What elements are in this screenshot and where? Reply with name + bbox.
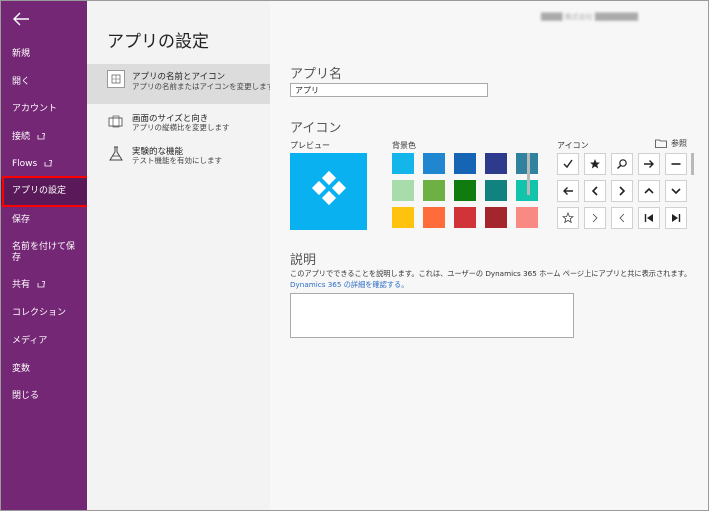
browse-label: 参照 [671,139,687,148]
dynamics-learn-more-link[interactable]: Dynamics 365 の詳細を確認する。 [290,280,408,290]
subnav-desc: テスト機能を有効にします [132,156,222,165]
icon-heading: アイコン [290,121,342,136]
description-heading: 説明 [290,253,317,268]
app-grid-icon [107,70,125,88]
check-icon[interactable] [557,153,579,175]
sidebar-item-label: 新規 [12,49,31,59]
star-outline-icon[interactable] [557,207,579,229]
chevron-down-icon[interactable] [665,180,687,202]
browse-button[interactable]: 参照 [655,138,687,149]
bg-color-label: 背景色 [392,141,416,150]
color-swatch[interactable] [516,207,538,228]
arrow-left-icon[interactable] [557,180,579,202]
color-swatch[interactable] [423,207,445,228]
sidebar-item-label: 接続 [12,132,31,142]
description-textarea[interactable] [290,293,574,338]
sidebar-item-close[interactable]: 閉じる [1,391,87,402]
color-swatch[interactable] [423,153,445,174]
skip-forward-icon[interactable] [665,207,687,229]
sidebar-item-label: 共有 [12,280,31,290]
sidebar-item-label: Flows [12,159,38,169]
sidebar-item-open[interactable]: 開く [1,77,87,88]
swatch-scrollbar[interactable] [527,153,530,195]
chevron-left-icon[interactable] [584,180,606,202]
sidebar-item-flows[interactable]: Flows [1,159,87,170]
arrow-right-icon[interactable] [638,153,660,175]
app-window: 新規 開く アカウント 接続 Flows アプリの設定 保存 名前を付けて保存 … [0,0,709,511]
sidebar-item-collections[interactable]: コレクション [1,308,87,319]
sidebar: 新規 開く アカウント 接続 Flows アプリの設定 保存 名前を付けて保存 … [1,1,87,510]
minus-icon[interactable] [665,153,687,175]
sidebar-item-connections[interactable]: 接続 [1,132,87,143]
search-icon[interactable] [611,153,633,175]
icon-preview [290,153,367,230]
chevron-right-icon[interactable] [611,180,633,202]
folder-icon [655,139,667,148]
color-swatch[interactable] [423,180,445,201]
skip-back-icon[interactable] [638,207,660,229]
sidebar-item-save-as[interactable]: 名前を付けて保存 [1,242,87,264]
color-swatch[interactable] [392,180,414,201]
sidebar-item-share[interactable]: 共有 [1,280,87,291]
user-info: ████ 株式会社 ████████ [541,13,639,21]
color-swatch[interactable] [485,180,507,201]
sidebar-item-label: アカウント [12,104,58,114]
sidebar-item-media[interactable]: メディア [1,336,87,347]
sidebar-item-label: 名前を付けて保存 [12,242,76,263]
external-link-icon [37,281,45,288]
sidebar-item-account[interactable]: アカウント [1,104,87,115]
icon-label: アイコン [557,141,589,150]
sidebar-item-variables[interactable]: 変数 [1,364,87,375]
screen-size-icon [107,112,125,130]
page-title: アプリの設定 [107,32,209,52]
color-swatch[interactable] [454,180,476,201]
color-swatch[interactable] [485,207,507,228]
subnav-experimental[interactable]: 実験的な機能 テスト機能を有効にします [87,140,270,180]
color-swatch[interactable] [454,207,476,228]
color-swatch[interactable] [485,153,507,174]
highlight-annotation [2,176,89,207]
icon-grid-scrollbar[interactable] [691,153,694,175]
flask-icon [107,145,125,163]
app-logo-icon [311,170,347,206]
sidebar-item-label: 変数 [12,364,31,374]
sidebar-item-save[interactable]: 保存 [1,215,87,226]
chevron-right-thin-icon[interactable] [584,207,606,229]
external-link-icon [44,160,53,167]
chevron-left-thin-icon[interactable] [611,207,633,229]
subnav-app-name-icon[interactable]: アプリの名前とアイコン アプリの名前またはアイコンを変更します [87,64,274,104]
color-swatch[interactable] [392,153,414,174]
description-help-text: このアプリでできることを説明します。これは、ユーザーの Dynamics 365… [290,269,692,278]
subnav-desc: アプリの縦横比を変更します [132,123,230,132]
back-arrow-icon[interactable] [12,11,30,27]
color-swatch[interactable] [392,207,414,228]
sidebar-item-label: 保存 [12,215,31,225]
main-content: ████ 株式会社 ████████ アプリ名 アイコン プレビュー 背景色 ア… [270,1,708,510]
app-name-input[interactable] [290,83,488,97]
subnav-desc: アプリの名前またはアイコンを変更します [132,82,275,91]
star-icon[interactable] [584,153,606,175]
sidebar-item-new[interactable]: 新規 [1,49,87,60]
color-swatch[interactable] [454,153,476,174]
app-name-heading: アプリ名 [290,67,343,82]
external-link-icon [37,133,45,140]
settings-subpanel: アプリの設定 アプリの名前とアイコン アプリの名前またはアイコンを変更します 画… [87,1,274,510]
sidebar-item-label: コレクション [12,308,67,318]
sidebar-item-label: メディア [12,336,48,346]
preview-label: プレビュー [290,141,330,150]
sidebar-item-label: 閉じる [12,391,40,401]
chevron-up-icon[interactable] [638,180,660,202]
sidebar-item-label: 開く [12,77,31,87]
